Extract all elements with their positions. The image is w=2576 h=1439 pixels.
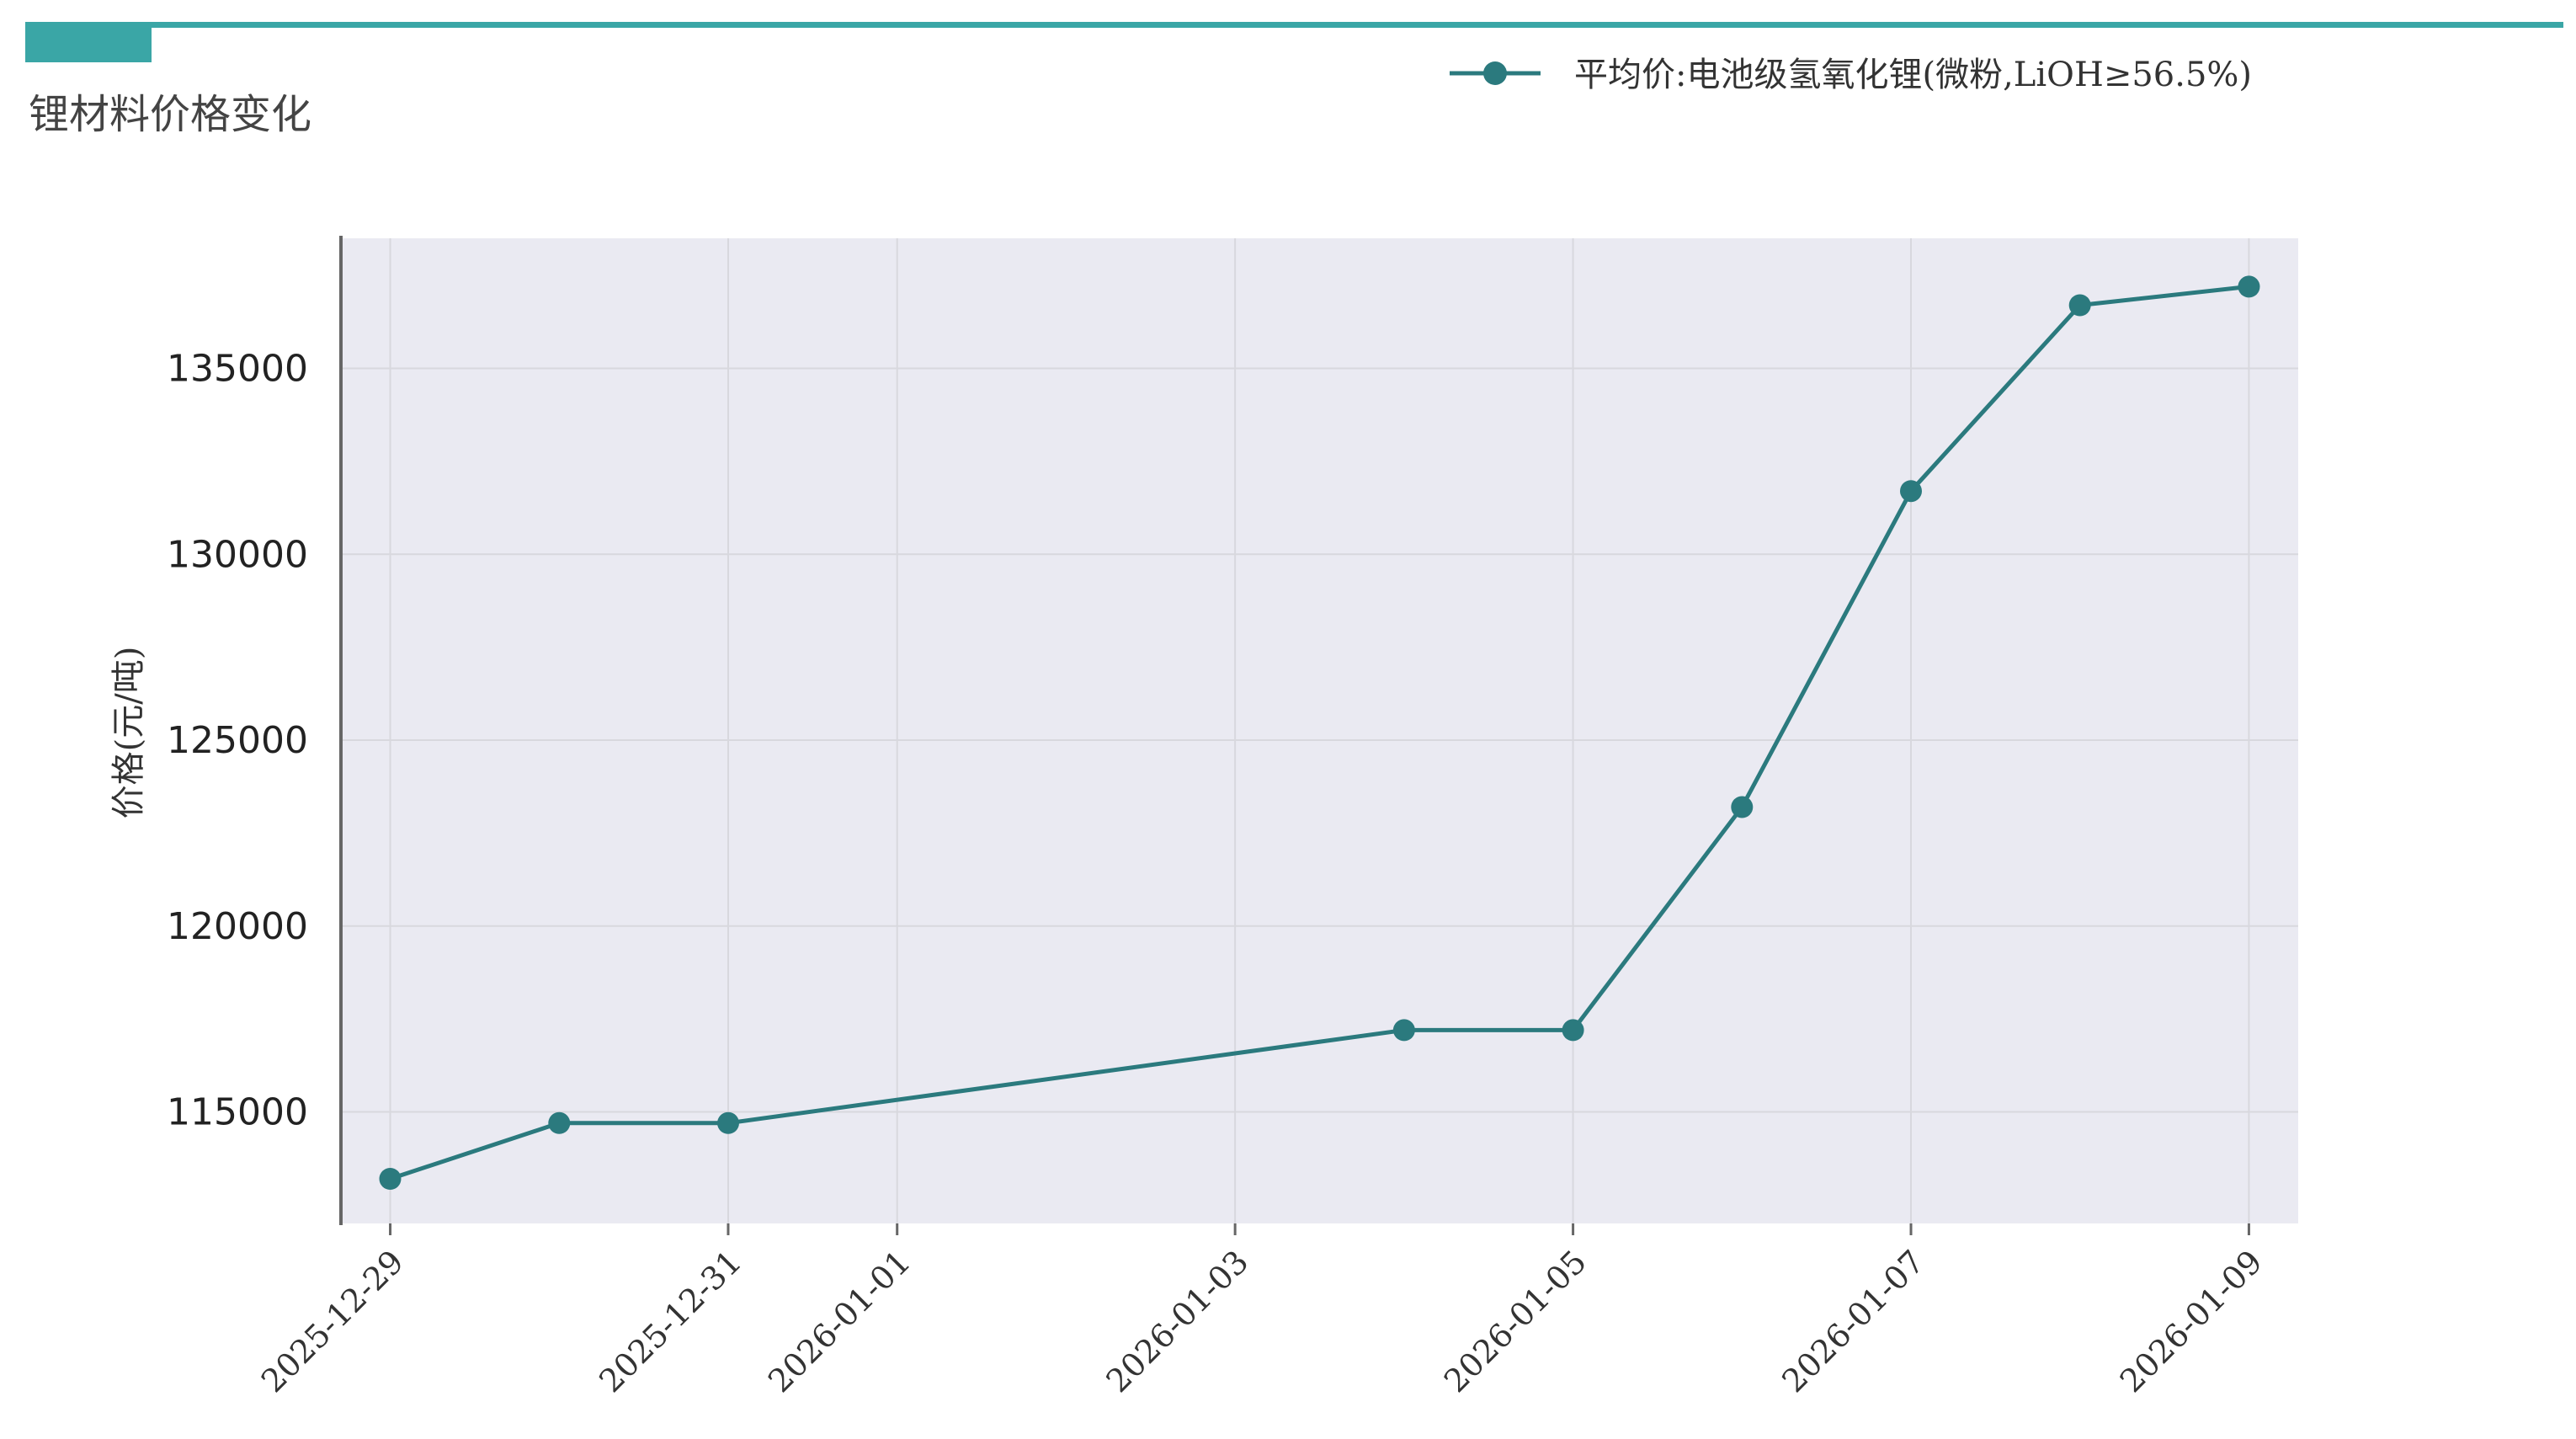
header-accent-block [25,25,152,62]
y-tick-label: 130000 [167,533,308,576]
y-axis-label: 价格(元/吨) [109,647,148,819]
x-tick-label: 2026-01-01 [761,1243,918,1399]
y-tick-labels: 115000 120000 125000 130000 135000 [167,348,308,1134]
x-tick-label: 2025-12-31 [592,1243,748,1399]
header-rule [25,22,2563,28]
data-point [1392,1019,1415,1042]
legend-label: 平均价:电池级氢氧化锂(微粉,LiOH≥56.5%) [1574,56,2252,94]
data-point [1562,1019,1584,1042]
data-point [1900,480,1922,503]
y-tick-label: 120000 [167,905,308,948]
x-tick-labels: 2025-12-29 2025-12-31 2026-01-01 2026-01-03… [254,1223,2270,1399]
data-point [1731,796,1754,818]
legend-marker [1483,61,1507,85]
y-tick-label: 135000 [167,348,308,391]
chart: 锂材料价格变化 2025-12-29 2025-12-31 2026-01-01 20… [25,22,2563,1399]
chart-title: 锂材料价格变化 [29,91,311,138]
data-point [2068,294,2091,317]
y-tick-label: 115000 [167,1091,308,1134]
data-point [379,1168,402,1190]
x-tick-label: 2026-01-03 [1099,1243,1255,1399]
x-tick-label: 2025-12-29 [254,1243,411,1399]
x-tick-label: 2026-01-05 [1437,1243,1594,1399]
data-point [548,1111,571,1134]
y-tick-label: 125000 [167,719,308,762]
x-tick-label: 2026-01-09 [2113,1243,2270,1399]
data-point [717,1111,739,1134]
x-tick-label: 2026-01-07 [1775,1243,1931,1399]
legend: 平均价:电池级氢氧化锂(微粉,LiOH≥56.5%) [1450,56,2252,94]
data-point [2238,275,2260,298]
